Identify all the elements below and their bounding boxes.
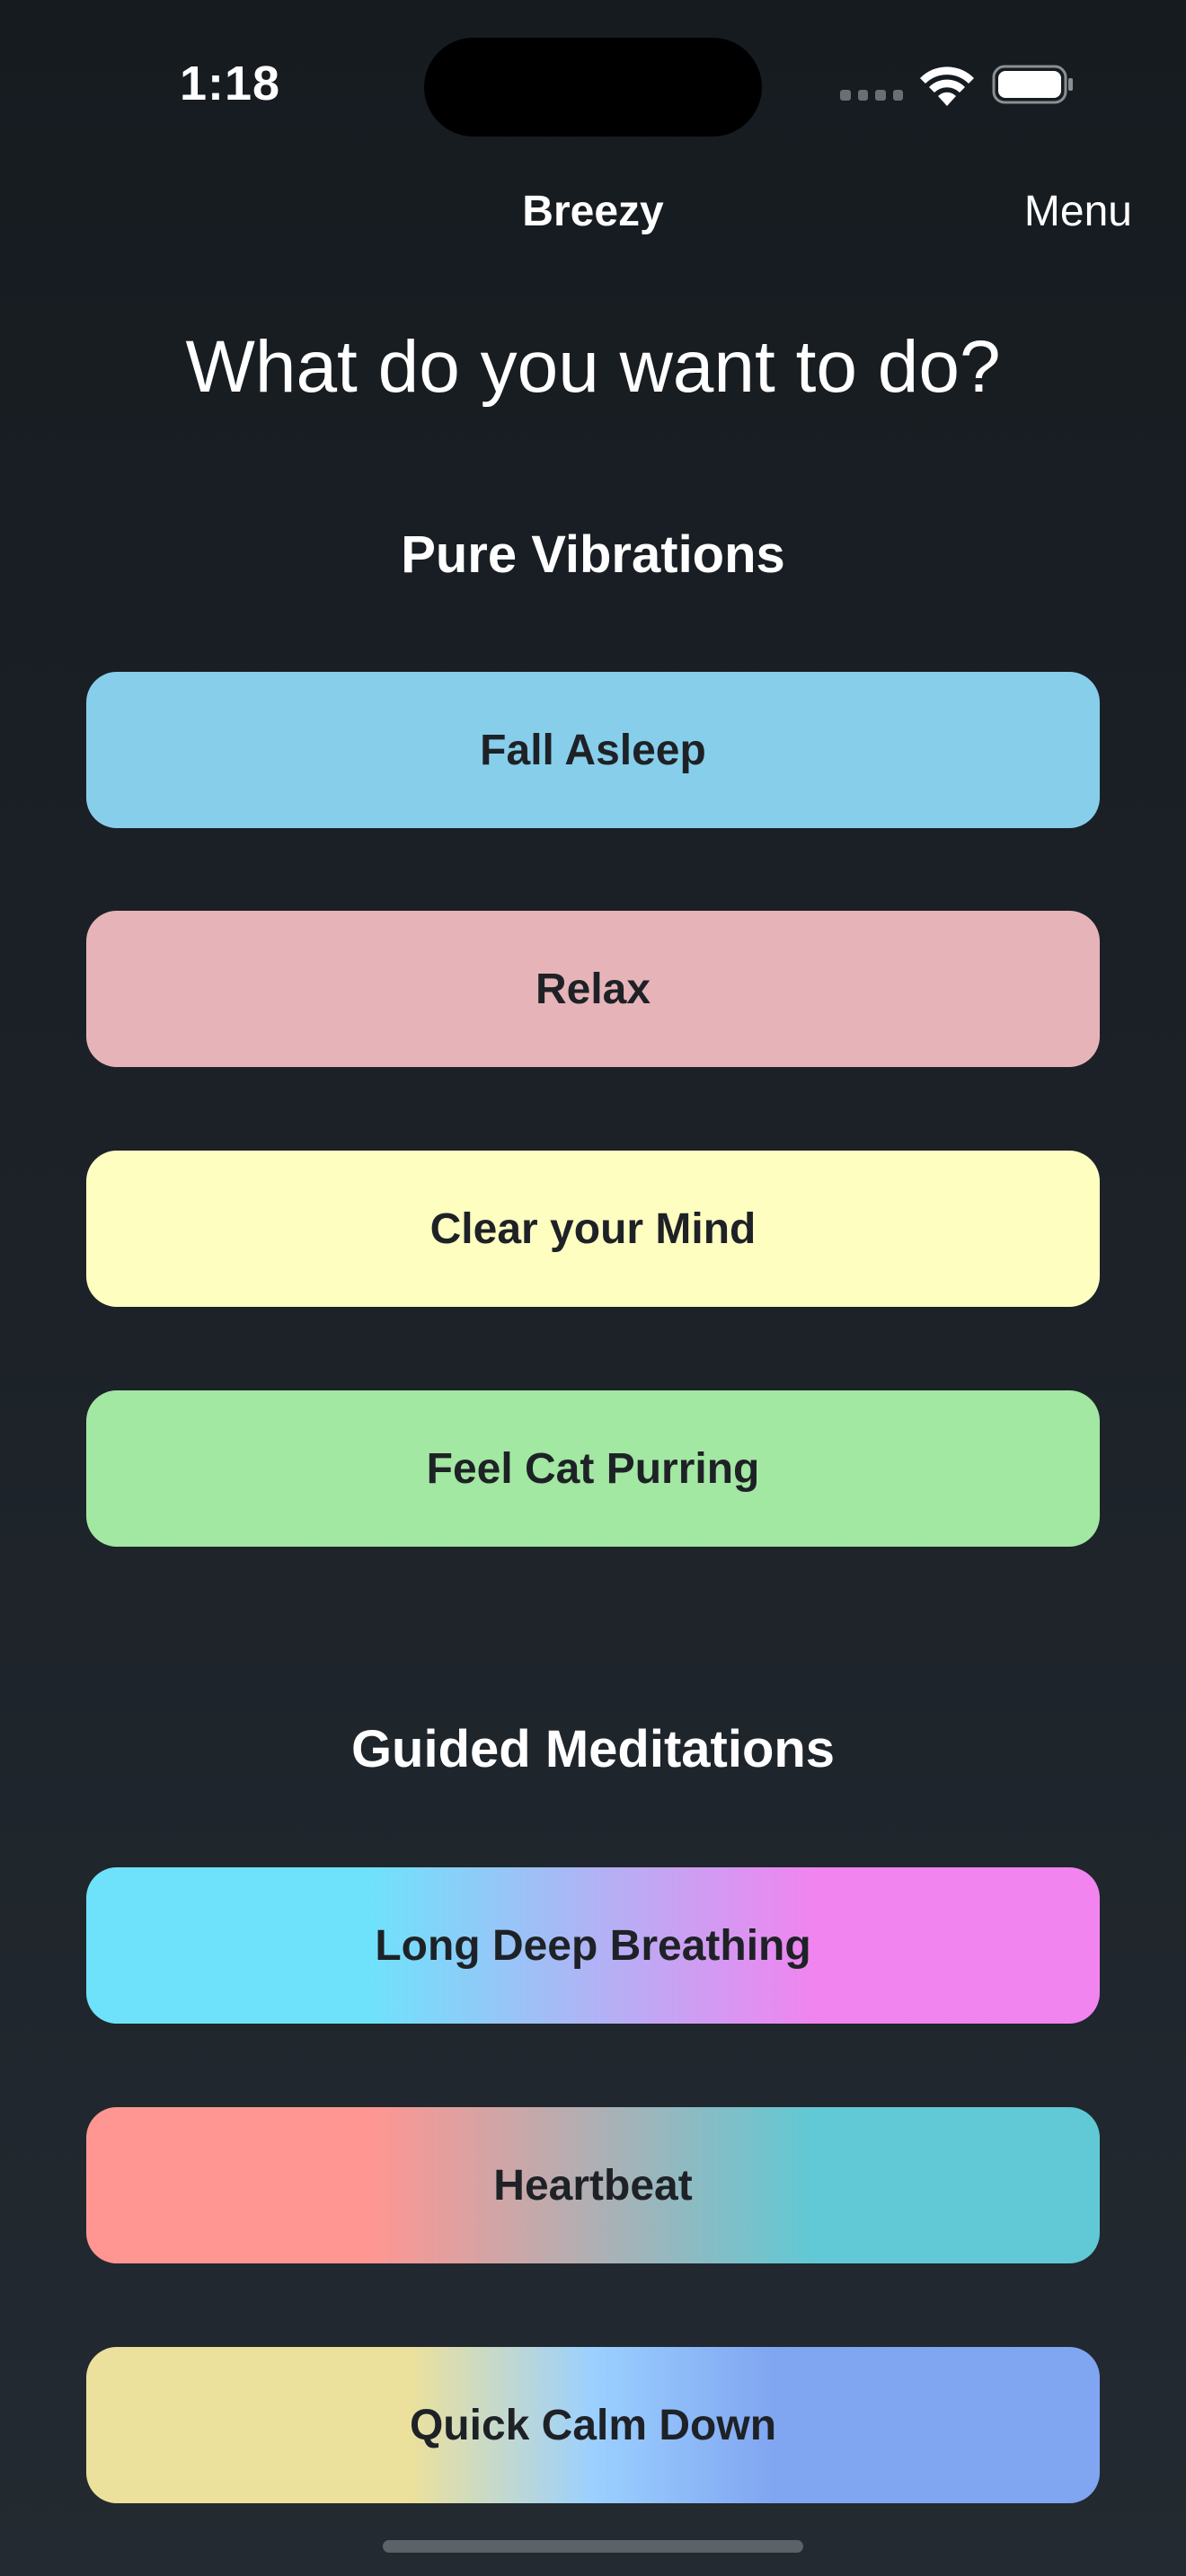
- battery-icon: [992, 65, 1073, 104]
- relax-button[interactable]: Relax: [86, 911, 1100, 1067]
- fall-asleep-button[interactable]: Fall Asleep: [86, 672, 1100, 828]
- home-indicator[interactable]: [383, 2540, 803, 2553]
- status-time: 1:18: [180, 57, 281, 110]
- clear-your-mind-button[interactable]: Clear your Mind: [86, 1151, 1100, 1307]
- dynamic-island: [424, 38, 762, 137]
- status-bar: 1:18: [0, 0, 1186, 171]
- page-title: What do you want to do?: [185, 326, 1001, 408]
- section-title-pure-vibrations: Pure Vibrations: [401, 525, 785, 584]
- section-title-guided-meditations: Guided Meditations: [350, 1720, 836, 1778]
- navigation-bar: Breezy Menu: [0, 171, 1186, 251]
- wifi-icon: [920, 66, 974, 106]
- app-title: Breezy: [522, 188, 664, 235]
- feel-cat-purring-button[interactable]: Feel Cat Purring: [86, 1390, 1100, 1547]
- cellular-signal-icon: [840, 90, 903, 102]
- heartbeat-button[interactable]: Heartbeat: [86, 2107, 1100, 2263]
- long-deep-breathing-button[interactable]: Long Deep Breathing: [86, 1867, 1100, 2024]
- quick-calm-down-button[interactable]: Quick Calm Down: [86, 2347, 1100, 2503]
- menu-button[interactable]: Menu: [1024, 187, 1132, 236]
